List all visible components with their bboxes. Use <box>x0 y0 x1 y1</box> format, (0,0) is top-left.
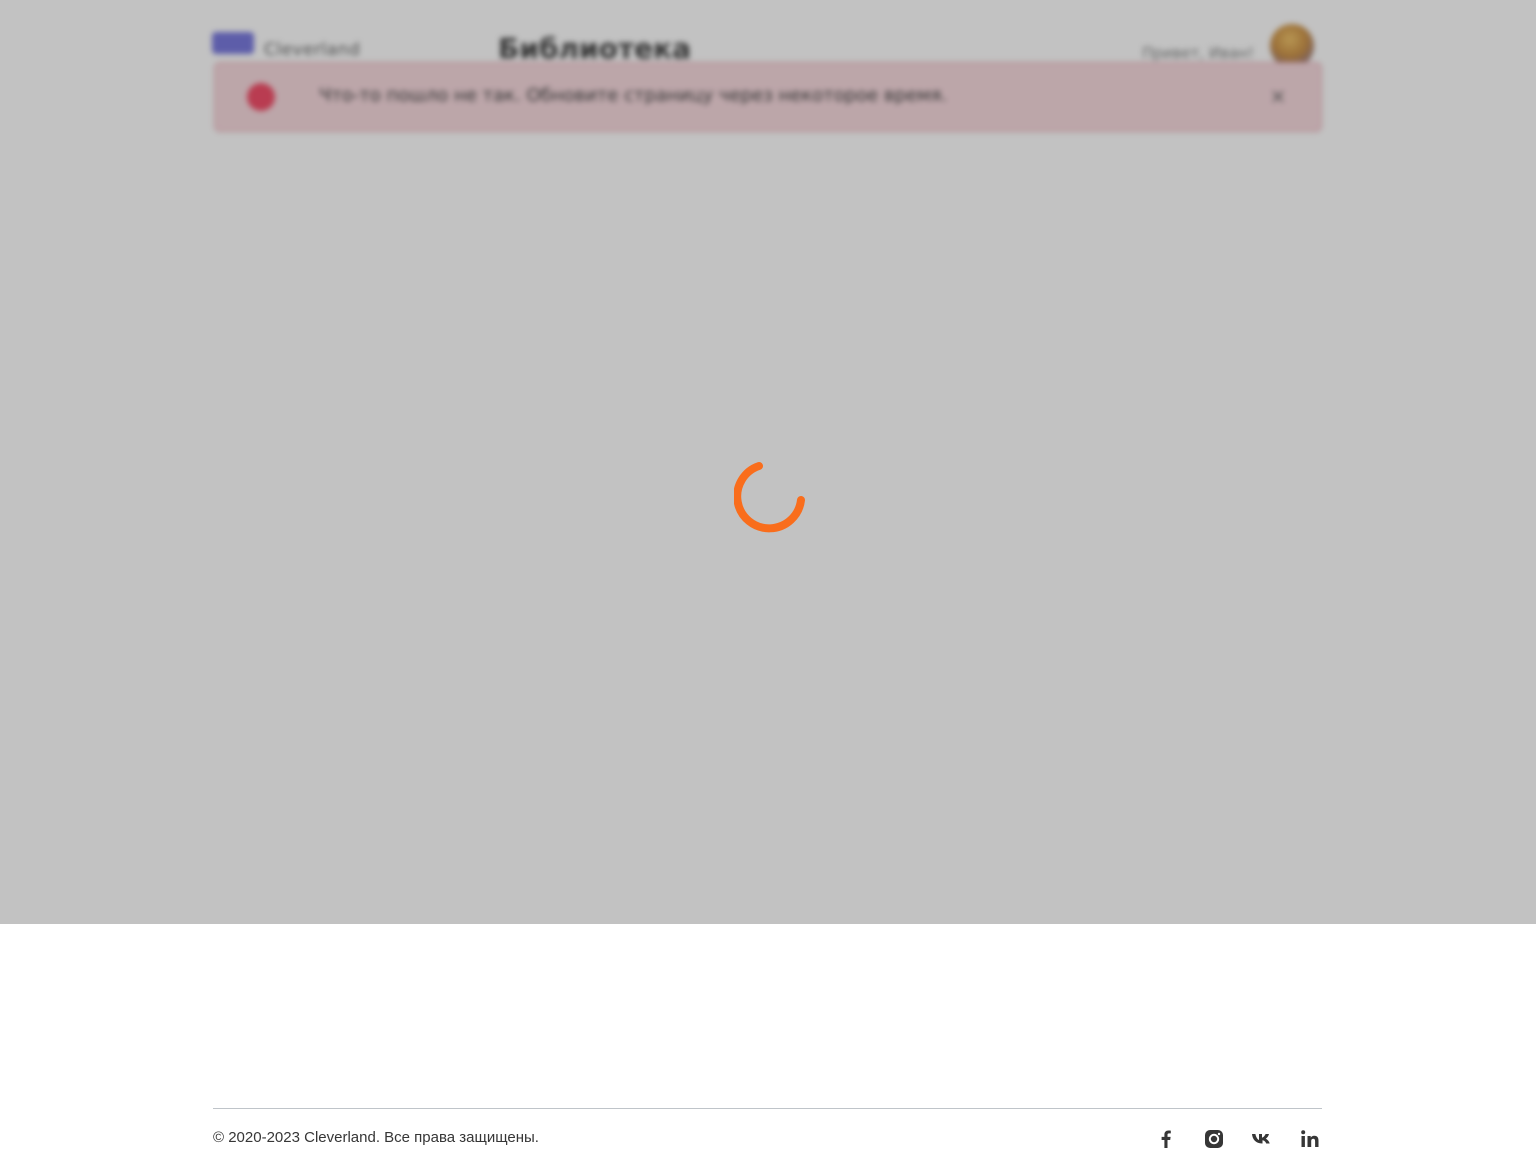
loading-spinner-icon <box>734 462 805 533</box>
instagram-icon <box>1205 1130 1223 1148</box>
facebook-link[interactable] <box>1154 1127 1178 1151</box>
linkedin-icon <box>1301 1130 1319 1147</box>
spinner-arc <box>734 462 805 533</box>
social-links <box>1154 1127 1322 1151</box>
vk-link[interactable] <box>1250 1127 1274 1151</box>
loading-overlay <box>0 0 1536 924</box>
footer: © 2020-2023 Cleverland. Все права защище… <box>213 1108 1322 1165</box>
page: Cleverland Библиотека Привет, Иван! Что-… <box>0 0 1536 1165</box>
linkedin-link[interactable] <box>1298 1127 1322 1151</box>
vk-icon <box>1252 1134 1270 1144</box>
instagram-link[interactable] <box>1202 1127 1226 1151</box>
copyright-text: © 2020-2023 Cleverland. Все права защище… <box>213 1129 539 1146</box>
facebook-icon <box>1161 1130 1171 1148</box>
